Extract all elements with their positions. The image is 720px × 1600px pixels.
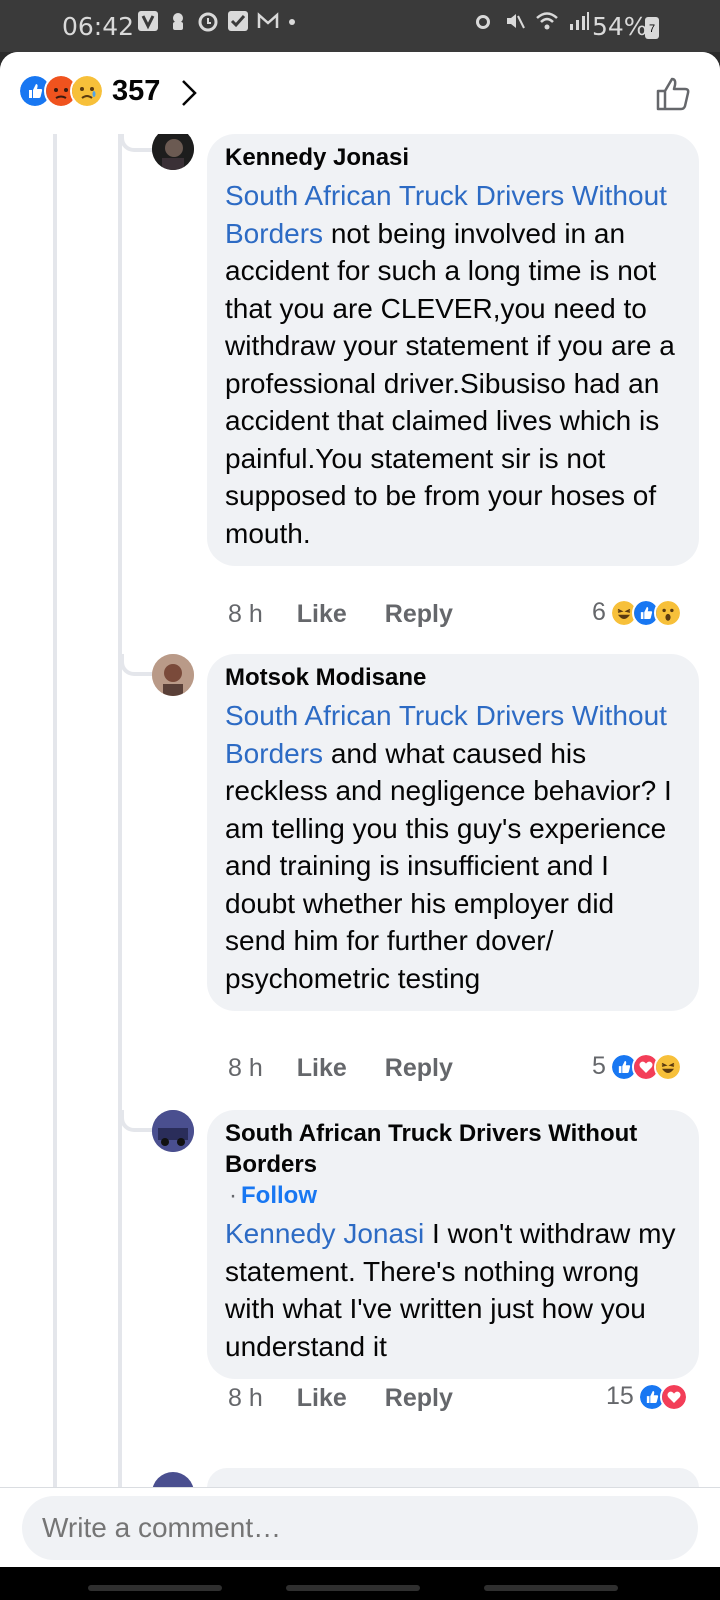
comment-text: South African Truck Drivers Without Bord… (225, 177, 681, 552)
comment-bubble[interactable]: South African Truck Drivers Without Bord… (207, 1110, 699, 1379)
like-button[interactable]: Like (297, 1054, 347, 1083)
sad-reaction-icon (70, 74, 104, 108)
like-outline-icon[interactable] (655, 76, 691, 112)
reply-button[interactable]: Reply (385, 1384, 453, 1413)
mail-icon (257, 12, 279, 28)
reply-thread-line (118, 134, 122, 1487)
comment-input[interactable] (22, 1496, 698, 1560)
comment-bubble[interactable]: Kennedy Jonasi South African Truck Drive… (207, 134, 699, 566)
notification-icons (137, 10, 297, 32)
alarm-icon (198, 12, 218, 32)
comment-body: not being involved in an accident for su… (225, 217, 675, 549)
game-icon (173, 13, 183, 30)
comment-bubble[interactable]: Motsok Modisane South African Truck Driv… (207, 654, 699, 1011)
wifi-icon (536, 12, 558, 30)
reply-button[interactable]: Reply (385, 1054, 453, 1083)
battery-percent: 54% (592, 12, 648, 41)
comment-reactions[interactable]: 5 (592, 1052, 682, 1081)
comment-actions: 8 h Like Reply (228, 1384, 453, 1413)
system-icons (472, 10, 590, 32)
check-icon (228, 11, 248, 31)
mute-icon (507, 14, 525, 29)
recents-button[interactable] (88, 1585, 222, 1591)
comment-reaction-count: 5 (592, 1052, 606, 1080)
reply-connector (120, 654, 154, 676)
comments-sheet: 357 Kennedy Jonasi South African Truck D… (0, 52, 720, 1487)
avatar[interactable] (152, 128, 194, 170)
comment-time[interactable]: 8 h (228, 1054, 263, 1083)
v-app-icon (138, 11, 158, 31)
alarm-icon (476, 15, 490, 29)
reactions-summary[interactable]: 357 (18, 74, 160, 108)
comment-body: and what caused his reckless and neglige… (225, 737, 672, 994)
comment-author[interactable]: Motsok Modisane (225, 662, 681, 693)
comment-actions: 8 h Like Reply (228, 600, 453, 629)
like-button[interactable]: Like (297, 600, 347, 629)
status-time: 06:42 (62, 12, 135, 41)
system-navigation-bar (0, 1567, 720, 1600)
reactions-header: 357 (0, 52, 720, 134)
haha-reaction-icon (653, 1052, 682, 1081)
dot-icon (289, 19, 295, 25)
mention-link[interactable]: Kennedy Jonasi (225, 1218, 424, 1249)
comment-reaction-count: 15 (606, 1382, 634, 1410)
comment-composer (0, 1487, 720, 1568)
battery-icon: 7 (645, 17, 659, 39)
reply-button[interactable]: Reply (385, 600, 453, 629)
thread-line (53, 134, 57, 1487)
like-button[interactable]: Like (297, 1384, 347, 1413)
follow-button[interactable]: Follow (241, 1182, 317, 1209)
comment-text: South African Truck Drivers Without Bord… (225, 697, 681, 997)
comment-reaction-count: 6 (592, 598, 606, 626)
comment-reactions[interactable]: 15 (606, 1382, 688, 1411)
comment-time[interactable]: 8 h (228, 1384, 263, 1413)
love-reaction-icon (659, 1382, 688, 1411)
avatar[interactable] (152, 1110, 194, 1152)
back-button[interactable] (484, 1585, 618, 1591)
chevron-right-icon[interactable] (180, 78, 198, 108)
reply-connector (120, 1110, 154, 1132)
comment-text: Kennedy Jonasi I won't withdraw my state… (225, 1215, 681, 1365)
wow-reaction-icon (653, 598, 682, 627)
separator-dot: · (229, 1182, 237, 1209)
signal-icon (570, 12, 589, 30)
comment-reactions[interactable]: 6 (592, 598, 682, 627)
comment-author[interactable]: South African Truck Drivers Without Bord… (225, 1118, 681, 1180)
home-button[interactable] (286, 1585, 420, 1591)
reaction-count: 357 (112, 74, 161, 107)
avatar[interactable] (152, 1472, 194, 1487)
avatar[interactable] (152, 654, 194, 696)
status-bar: 06:42 54% 7 (0, 0, 720, 52)
comment-bubble[interactable] (207, 1468, 699, 1487)
comment-actions: 8 h Like Reply (228, 1054, 453, 1083)
comment-author[interactable]: Kennedy Jonasi (225, 142, 681, 173)
comment-time[interactable]: 8 h (228, 600, 263, 629)
follow-row: · Follow (229, 1180, 681, 1211)
